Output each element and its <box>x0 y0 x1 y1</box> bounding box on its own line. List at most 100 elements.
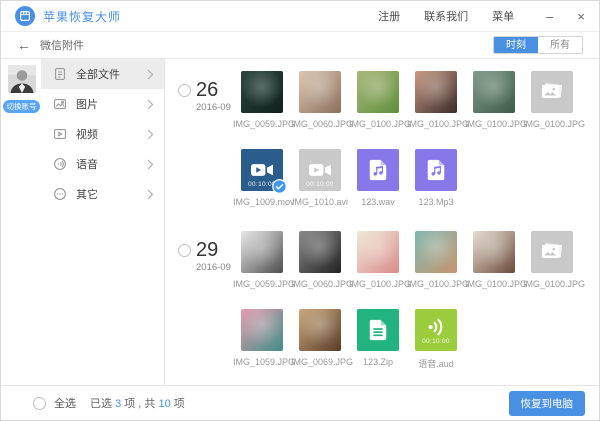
footer-bar: 全选 已选 3 项 , 共 10 项 恢复到电脑 <box>1 385 599 420</box>
recover-to-pc-button[interactable]: 恢复到电脑 <box>509 391 586 416</box>
menu-link[interactable]: 菜单 <box>492 8 514 24</box>
file-tile[interactable] <box>473 231 515 273</box>
toggle-all[interactable]: 所有 <box>538 37 582 53</box>
file-tile[interactable] <box>299 309 341 351</box>
chevron-right-icon <box>147 189 154 200</box>
file-cell: IMG_1059.JPG <box>241 309 283 370</box>
file-tile[interactable] <box>415 231 457 273</box>
sidebar-item-all-files[interactable]: 全部文件 <box>41 59 164 89</box>
sidebar-item-label: 全部文件 <box>76 66 120 82</box>
zip-file-icon <box>367 319 389 341</box>
file-cell: IMG_0100.JPG <box>415 231 457 289</box>
photo-placeholder-icon <box>540 242 564 262</box>
file-tile[interactable] <box>357 231 399 273</box>
account-avatar[interactable] <box>8 65 36 93</box>
selected-check-icon <box>272 179 287 194</box>
file-tile[interactable]: 00:10:00 <box>415 309 457 351</box>
file-tile[interactable] <box>299 71 341 113</box>
group-select-radio[interactable] <box>178 84 191 97</box>
file-cell: IMG_0100.JPG <box>357 71 399 129</box>
select-all-label: 全选 <box>54 395 76 411</box>
main-body: 切换账号 全部文件 <box>1 59 599 385</box>
total-count: 10 <box>158 398 170 410</box>
view-toggle: 时刻 所有 <box>493 36 583 54</box>
file-cell: 00:10:00语音.aud <box>415 309 457 370</box>
file-row: IMG_1059.JPG IMG_0069.JPG 123.Zip 00:10:0… <box>241 309 589 370</box>
group-day: 26 <box>196 79 231 101</box>
file-cell: 123.wav <box>357 149 399 207</box>
chevron-right-icon <box>147 129 154 140</box>
file-name: IMG_0100.JPG <box>523 279 581 289</box>
group-rows: IMG_0059.JPGIMG_0060.JPGIMG_0100.JPGIMG_… <box>241 231 589 370</box>
file-cell: IMG_0100.JPG <box>473 71 515 129</box>
close-button[interactable]: × <box>577 10 585 23</box>
file-tile[interactable] <box>415 71 457 113</box>
photo-placeholder-icon <box>540 82 564 102</box>
sidebar-item-others[interactable]: 其它 <box>41 179 164 209</box>
titlebar-actions: 注册 联系我们 菜单 – × <box>378 8 585 24</box>
file-name: 123.Mp3 <box>407 197 465 207</box>
file-name: IMG_0069.JPG <box>291 357 349 367</box>
register-link[interactable]: 注册 <box>378 8 400 24</box>
file-name: IMG_0100.JPG <box>407 279 465 289</box>
chevron-right-icon <box>147 69 154 80</box>
file-groups: 26 2016-09 IMG_0059.JPGIMG_0060.JPGIMG_0… <box>165 59 599 385</box>
minimize-button[interactable]: – <box>546 10 553 23</box>
file-tile[interactable] <box>531 71 573 113</box>
chevron-right-icon <box>147 99 154 110</box>
file-cell: IMG_0100.JPG <box>473 231 515 289</box>
switch-account-button[interactable]: 切换账号 <box>3 100 40 113</box>
file-tile[interactable] <box>241 71 283 113</box>
file-tile[interactable] <box>473 71 515 113</box>
file-tile[interactable] <box>415 149 457 191</box>
file-name: IMG_0100.JPG <box>407 119 465 129</box>
file-name: IMG_0100.JPG <box>523 119 581 129</box>
file-cell: IMG_0100.JPG <box>357 231 399 289</box>
app-window: 苹果恢复大师 注册 联系我们 菜单 – × ← 微信附件 时刻 所有 <box>1 1 599 420</box>
group-header: 29 2016-09 <box>178 231 241 370</box>
back-button[interactable]: ← <box>17 38 31 52</box>
file-tile[interactable] <box>299 231 341 273</box>
date-group: 26 2016-09 IMG_0059.JPGIMG_0060.JPGIMG_0… <box>178 71 599 207</box>
file-tile[interactable] <box>357 309 399 351</box>
app-title: 苹果恢复大师 <box>43 8 121 25</box>
file-tile[interactable] <box>241 309 283 351</box>
group-month: 2016-09 <box>196 102 231 113</box>
file-tile[interactable]: 00:10:00 <box>241 149 283 191</box>
file-cell: IMG_0100.JPG <box>415 71 457 129</box>
file-name: IMG_0100.JPG <box>465 119 523 129</box>
sidebar-menu: 全部文件 图片 <box>41 59 165 385</box>
group-rows: IMG_0059.JPGIMG_0060.JPGIMG_0100.JPGIMG_… <box>241 71 589 207</box>
sidebar-item-videos[interactable]: 视频 <box>41 119 164 149</box>
file-tile[interactable] <box>357 71 399 113</box>
file-cell: IMG_0100.JPG <box>531 231 573 289</box>
file-row: IMG_0059.JPGIMG_0060.JPGIMG_0100.JPGIMG_… <box>241 231 589 289</box>
toggle-moments[interactable]: 时刻 <box>494 37 538 53</box>
file-tile[interactable]: 00:10:00 <box>299 149 341 191</box>
select-all-radio[interactable] <box>33 397 46 410</box>
contact-us-link[interactable]: 联系我们 <box>424 8 468 24</box>
file-name: IMG_0059.JPG <box>233 279 291 289</box>
page-title: 微信附件 <box>40 37 84 53</box>
video-camera-icon <box>309 163 331 177</box>
file-name: IMG_0060.JPG <box>291 279 349 289</box>
file-cell: 123.Mp3 <box>415 149 457 207</box>
file-tile[interactable] <box>357 149 399 191</box>
file-name: 123.wav <box>349 197 407 207</box>
file-row: IMG_0059.JPGIMG_0060.JPGIMG_0100.JPGIMG_… <box>241 71 589 129</box>
group-select-radio[interactable] <box>178 244 191 257</box>
voice-icon <box>53 157 67 171</box>
file-name: IMG_0100.JPG <box>349 279 407 289</box>
file-tile[interactable] <box>531 231 573 273</box>
sidebar-item-voice[interactable]: 语音 <box>41 149 164 179</box>
file-cell: IMG_0100.JPG <box>531 71 573 129</box>
file-cell: IMG_0069.JPG <box>299 309 341 370</box>
image-icon <box>53 97 67 111</box>
music-file-icon <box>367 159 389 181</box>
file-tile[interactable] <box>241 231 283 273</box>
more-icon <box>53 187 67 201</box>
group-month: 2016-09 <box>196 262 231 273</box>
nav-bar: ← 微信附件 时刻 所有 <box>1 32 599 59</box>
file-cell: 123.Zip <box>357 309 399 370</box>
sidebar-item-pictures[interactable]: 图片 <box>41 89 164 119</box>
